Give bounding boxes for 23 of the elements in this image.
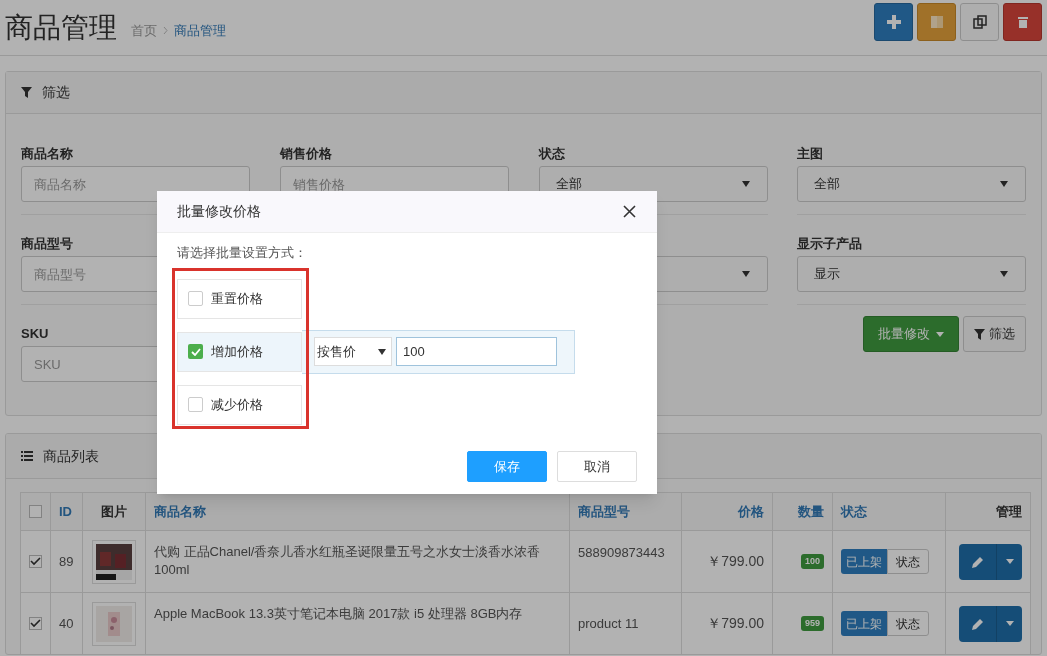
- field-label: 显示子产品: [797, 236, 863, 251]
- table-cell-text: ￥799.00: [707, 614, 764, 633]
- field-label: SKU: [21, 326, 49, 341]
- field-label: 商品型号: [21, 236, 73, 251]
- table-cell-text: 89: [59, 552, 74, 571]
- page-title: 商品管理: [5, 13, 117, 42]
- table-cell-text: 588909873443: [578, 544, 665, 562]
- column-header: 图片: [101, 502, 127, 521]
- field-label: 商品名称: [21, 146, 73, 161]
- table-cell: Apple MacBook 13.3英寸笔记本电脑 2017款 i5 处理器 8GB内存: [154, 605, 523, 623]
- table-cell-text: ￥799.00: [707, 552, 764, 571]
- field-label: 销售价格: [279, 146, 332, 161]
- field-label: 主图: [797, 146, 824, 161]
- quantity-badge: 959: [800, 615, 824, 632]
- panel-title: 筛选: [42, 83, 70, 102]
- field-label: 状态: [538, 146, 565, 161]
- dialog-title: 批量修改价格: [177, 202, 261, 221]
- table-cell-text: product 11: [578, 614, 639, 633]
- column-header: 管理: [996, 502, 1022, 521]
- table-cell-text: 代购 正品Chanel/香奈儿香水红瓶圣诞限量五号之水女士淡香水浓香100ml: [154, 543, 542, 579]
- table-cell-text: 40: [59, 614, 74, 633]
- quantity-badge: 100: [800, 553, 824, 570]
- panel-title: 商品列表: [43, 446, 99, 466]
